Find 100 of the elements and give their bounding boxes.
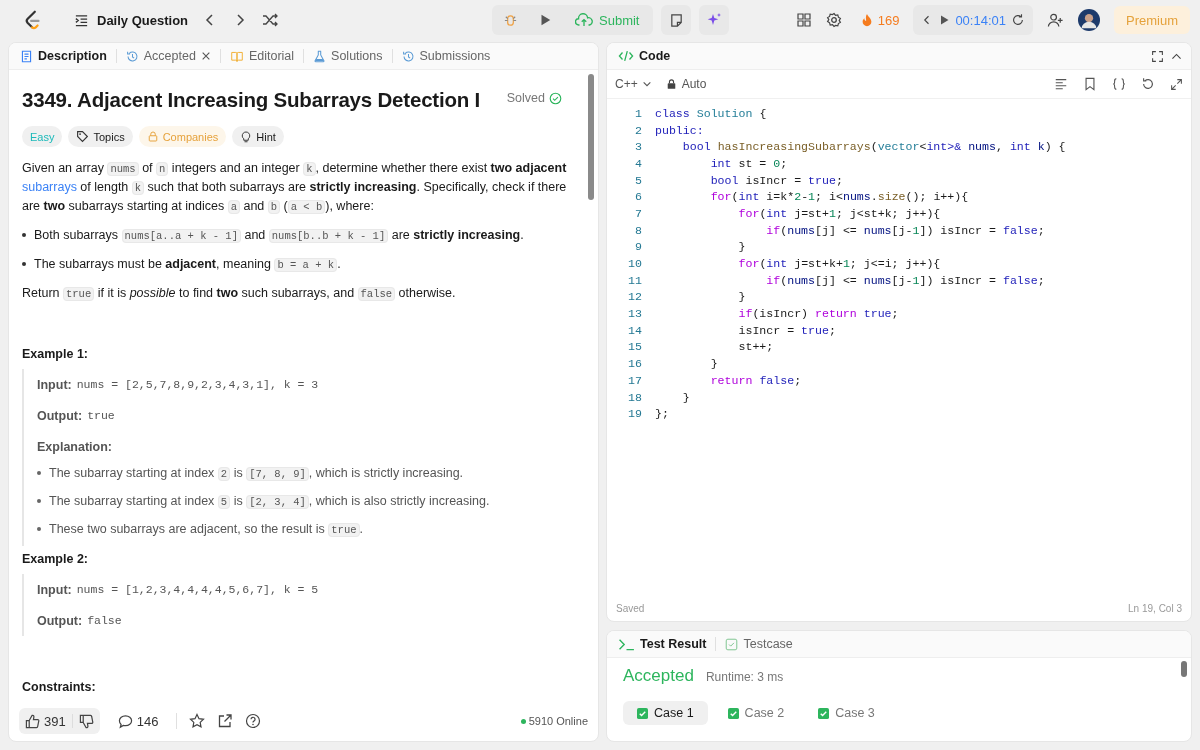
code-line: st++; bbox=[737, 340, 774, 354]
ai-button[interactable] bbox=[699, 5, 730, 35]
tag-chip[interactable]: Topics bbox=[68, 126, 133, 147]
line-number: 17 bbox=[627, 373, 643, 387]
line-number: 7 bbox=[634, 206, 643, 220]
settings-icon[interactable] bbox=[825, 12, 842, 28]
constraints-heading: Constraints: bbox=[22, 680, 97, 694]
help-icon[interactable] bbox=[245, 713, 262, 729]
bullet-dot bbox=[37, 499, 41, 503]
line-number: 14 bbox=[627, 323, 643, 337]
code-line: } bbox=[709, 357, 718, 371]
play-icon[interactable] bbox=[938, 14, 951, 26]
lock-icon bbox=[146, 130, 159, 143]
streak-count: 169 bbox=[877, 12, 900, 28]
code-tab[interactable]: Code bbox=[615, 49, 674, 63]
code-line: if(nums[j] <= nums[j-1]) isIncr = false; bbox=[765, 273, 1045, 287]
reset-icon[interactable] bbox=[1011, 13, 1025, 27]
code-line: if(nums[j] <= nums[j-1]) isIncr = false; bbox=[765, 223, 1045, 237]
panel-tab[interactable]: Testcase bbox=[722, 637, 796, 651]
lock-icon bbox=[665, 78, 677, 90]
close-icon[interactable] bbox=[200, 51, 211, 61]
panel-tab[interactable]: Accepted bbox=[122, 49, 214, 63]
star-icon[interactable] bbox=[189, 713, 206, 729]
problem-list-button[interactable]: Daily Question bbox=[74, 12, 189, 28]
problem-title: 3349. Adjacent Increasing Subarrays Detection I bbox=[22, 88, 482, 112]
checkbox-icon bbox=[725, 637, 739, 651]
case-tab[interactable]: Case 3 bbox=[804, 701, 889, 725]
definition-link[interactable]: subarrays bbox=[22, 180, 77, 194]
line-number: 4 bbox=[634, 156, 643, 170]
online-dot bbox=[520, 718, 526, 724]
line-number: 6 bbox=[634, 190, 643, 204]
code-line: public: bbox=[655, 123, 704, 137]
avatar[interactable] bbox=[1078, 9, 1100, 31]
fullscreen-icon[interactable] bbox=[1151, 49, 1164, 63]
io-value: false bbox=[87, 614, 122, 627]
bug-icon bbox=[503, 12, 518, 28]
case-tab[interactable]: Case 2 bbox=[713, 701, 799, 725]
panel-tab[interactable]: Editorial bbox=[226, 49, 298, 63]
shuffle-icon[interactable] bbox=[262, 12, 279, 28]
bullet-text: The subarrays must be adjacent, meaning b = a + k . bbox=[34, 256, 341, 274]
language-dropdown[interactable]: C++ bbox=[615, 77, 652, 91]
io-label: Input: bbox=[37, 377, 72, 392]
code-line: }; bbox=[655, 407, 669, 421]
layout-icon[interactable] bbox=[795, 12, 812, 28]
io-value: nums = [1,2,3,4,4,4,4,5,6,7], k = 5 bbox=[76, 583, 319, 596]
bookmark-icon[interactable] bbox=[1083, 77, 1097, 91]
tag-chip[interactable]: Hint bbox=[232, 126, 284, 147]
check-circle-icon bbox=[549, 91, 562, 105]
history-icon bbox=[401, 49, 415, 63]
braces-icon[interactable] bbox=[1112, 77, 1126, 91]
note-button[interactable] bbox=[661, 5, 692, 35]
panel-tab[interactable]: Solutions bbox=[310, 49, 386, 63]
code-line: } bbox=[681, 390, 690, 404]
code-line: for(int j=st+k+1; j<=i; j++){ bbox=[737, 257, 941, 271]
format-icon[interactable] bbox=[1054, 77, 1068, 91]
timer-text: 00:14:01 bbox=[955, 12, 1006, 28]
expand-icon[interactable] bbox=[1170, 77, 1183, 91]
code-line: bool isIncr = true; bbox=[709, 173, 843, 187]
online-count: 5910 Online bbox=[528, 715, 588, 727]
code-line: if(isIncr) return true; bbox=[737, 307, 899, 321]
line-number: 18 bbox=[627, 390, 643, 404]
line-number: 8 bbox=[634, 223, 643, 237]
cursor-position: Ln 19, Col 3 bbox=[1128, 602, 1182, 614]
document-icon bbox=[20, 49, 33, 63]
code-line: for(int j=st+1; j<st+k; j++){ bbox=[737, 206, 941, 220]
code-line: class Solution { bbox=[655, 106, 767, 120]
bullet-dot bbox=[37, 471, 41, 475]
line-number: 10 bbox=[627, 257, 643, 271]
undo-icon[interactable] bbox=[1141, 77, 1155, 91]
code-line: isIncr = true; bbox=[737, 323, 836, 337]
terminal-icon bbox=[618, 637, 635, 651]
code-line: return false; bbox=[709, 373, 802, 387]
panel-tab[interactable]: Submissions bbox=[398, 49, 494, 63]
caret-icon bbox=[641, 79, 652, 89]
example-heading: Example 1: bbox=[22, 347, 89, 361]
line-number: 16 bbox=[627, 357, 643, 371]
explanation-text: The subarray starting at index 2 is [7, 8, 9] , which is strictly increasing. bbox=[49, 465, 464, 483]
bullet-text: Both subarrays nums[a..a + k - 1] and nums[b..b + k - 1] are strictly increasing. bbox=[34, 227, 524, 245]
code-line: int st = 0; bbox=[709, 156, 788, 170]
panel-tab[interactable]: Test Result bbox=[615, 637, 710, 651]
flask-icon bbox=[313, 49, 327, 63]
scrollbar[interactable] bbox=[588, 74, 594, 200]
io-label: Output: bbox=[37, 613, 83, 628]
runtime-text: Runtime: 3 ms bbox=[705, 670, 784, 684]
add-user-icon[interactable] bbox=[1047, 12, 1064, 28]
thumbs-up-icon bbox=[25, 713, 40, 729]
bullet-dot bbox=[22, 262, 26, 266]
comments-button[interactable]: 146 bbox=[111, 708, 165, 734]
save-status: Saved bbox=[616, 602, 645, 614]
panel-tab[interactable]: Description bbox=[17, 49, 110, 63]
line-number: 12 bbox=[627, 290, 643, 304]
line-number: 2 bbox=[634, 123, 643, 137]
scrollbar[interactable] bbox=[1181, 661, 1187, 677]
explanation-heading: Explanation: bbox=[37, 439, 112, 454]
code-line: } bbox=[737, 240, 746, 254]
tag-icon bbox=[76, 130, 90, 143]
case-tab[interactable]: Case 1 bbox=[623, 701, 708, 725]
io-value: nums = [2,5,7,8,9,2,3,4,3,1], k = 3 bbox=[76, 378, 319, 391]
list-icon bbox=[74, 12, 89, 28]
share-icon[interactable] bbox=[217, 713, 234, 729]
